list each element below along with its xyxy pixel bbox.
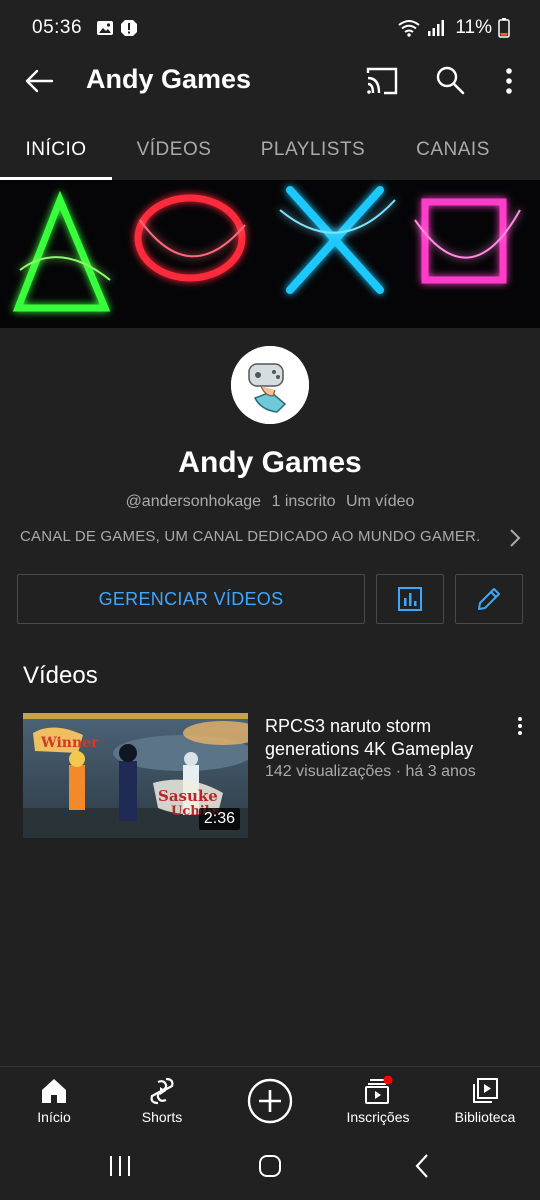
system-home-icon[interactable] <box>258 1154 282 1178</box>
status-time: 05:36 <box>32 17 83 38</box>
app-bar: Andy Games <box>0 56 540 104</box>
chevron-right-icon[interactable] <box>506 527 524 549</box>
status-bar: 05:36 11% <box>0 0 540 56</box>
bottom-navigation: Início Shorts Inscrições Biblioteca <box>0 1066 540 1136</box>
video-meta: 142 visualizações · há 3 anos <box>265 763 476 780</box>
tab-videos[interactable]: VÍDEOS <box>118 120 230 180</box>
controller-hand-avatar-icon <box>231 346 309 424</box>
nav-library[interactable]: Biblioteca <box>440 1067 530 1137</box>
channel-avatar[interactable] <box>231 346 309 424</box>
alert-notification-icon <box>121 20 138 36</box>
nav-shorts[interactable]: Shorts <box>117 1067 207 1137</box>
channel-handle: @andersonhokage <box>125 493 262 510</box>
manage-videos-label: GERENCIAR VÍDEOS <box>98 588 284 609</box>
video-title[interactable]: RPCS3 naruto storm generations 4K Gamepl… <box>265 715 505 761</box>
subscriptions-icon <box>365 1076 393 1104</box>
shorts-icon <box>150 1077 174 1105</box>
video-thumbnail[interactable]: Winner Sasuke Uchiha 2:36 <box>23 713 248 838</box>
battery-percent: 11% <box>455 17 492 38</box>
pencil-icon <box>478 588 500 610</box>
more-vert-icon[interactable] <box>494 64 524 98</box>
manage-videos-button[interactable]: GERENCIAR VÍDEOS <box>17 574 365 624</box>
nav-shorts-label: Shorts <box>141 1109 183 1125</box>
back-arrow-icon[interactable] <box>22 64 56 98</box>
channel-title: Andy Games <box>86 64 252 94</box>
cast-icon[interactable] <box>364 64 400 98</box>
library-icon <box>473 1078 498 1103</box>
video-duration: 2:36 <box>198 808 240 830</box>
channel-tabs: INÍCIO VÍDEOS PLAYLISTS CANAIS <box>0 120 540 180</box>
nav-home[interactable]: Início <box>9 1067 99 1137</box>
tab-playlists[interactable]: PLAYLISTS <box>248 120 378 180</box>
gallery-notification-icon <box>97 21 114 35</box>
search-icon[interactable] <box>433 63 467 97</box>
subscriber-count: 1 inscrito <box>271 493 336 510</box>
analytics-icon <box>398 587 422 611</box>
signal-icon <box>428 20 445 36</box>
channel-banner <box>0 180 540 328</box>
nav-subscriptions[interactable]: Inscrições <box>333 1067 423 1137</box>
playstation-symbols-banner <box>0 180 540 328</box>
system-navigation <box>0 1136 540 1200</box>
recents-icon[interactable] <box>108 1154 132 1178</box>
battery-icon <box>498 18 510 38</box>
channel-name: Andy Games <box>178 446 362 479</box>
home-icon <box>42 1079 66 1103</box>
channel-description[interactable]: CANAL DE GAMES, UM CANAL DEDICADO AO MUN… <box>20 528 500 545</box>
nav-subscriptions-label: Inscrições <box>346 1109 410 1125</box>
video-more-icon[interactable] <box>512 715 528 737</box>
video-count: Um vídeo <box>345 493 415 510</box>
video-list-item[interactable]: Winner Sasuke Uchiha 2:36 RPCS3 naruto s… <box>0 713 540 839</box>
edit-channel-button[interactable] <box>455 574 523 624</box>
tab-canais[interactable]: CANAIS <box>398 120 508 180</box>
status-right: 11% <box>397 17 510 39</box>
svg-text:Sasuke: Sasuke <box>158 787 218 805</box>
create-icon <box>247 1078 293 1124</box>
nav-create[interactable] <box>225 1067 315 1137</box>
wifi-icon <box>398 20 420 37</box>
tab-inicio[interactable]: INÍCIO <box>0 120 112 180</box>
channel-meta: @andersonhokage 1 inscrito Um vídeo <box>0 493 540 511</box>
svg-text:Winner: Winner <box>40 735 99 751</box>
nav-library-label: Biblioteca <box>454 1109 516 1125</box>
nav-home-label: Início <box>37 1109 71 1125</box>
videos-section-title: Vídeos <box>23 662 98 689</box>
system-back-icon[interactable] <box>412 1153 432 1179</box>
analytics-button[interactable] <box>376 574 444 624</box>
